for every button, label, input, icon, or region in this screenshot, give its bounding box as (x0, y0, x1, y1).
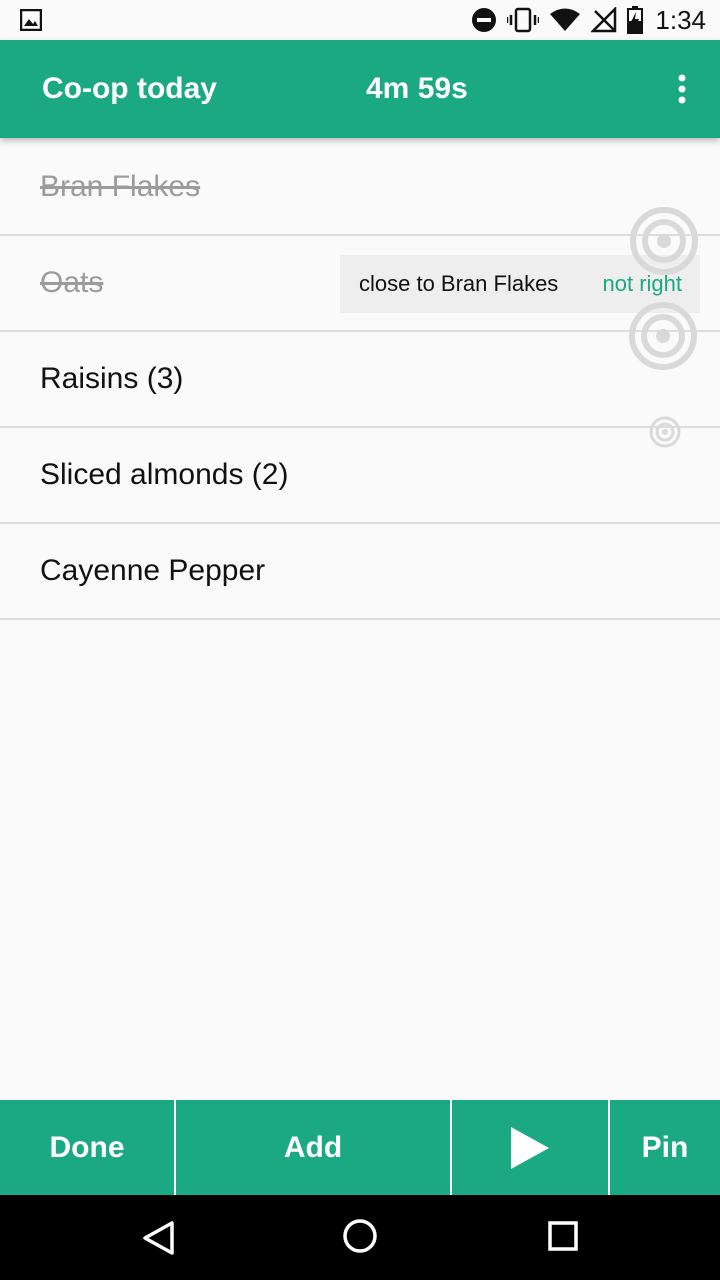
item-label: Cayenne Pepper (40, 554, 266, 587)
more-vert-icon[interactable] (672, 74, 692, 104)
bottom-action-bar: Done Add Pin (0, 1100, 720, 1195)
list-item[interactable]: Sliced almonds (2) (0, 302, 720, 524)
target-icon[interactable] (628, 301, 698, 371)
back-icon[interactable] (141, 1220, 175, 1256)
target-small-icon[interactable] (649, 416, 681, 448)
status-bar: 1:34 (0, 0, 720, 40)
play-icon (511, 1126, 549, 1169)
app-bar: Co-op today 4m 59s (0, 40, 720, 138)
item-label: Sliced almonds (2) (40, 458, 289, 491)
do-not-disturb-icon (472, 8, 497, 32)
system-nav-bar (0, 1195, 720, 1280)
play-button[interactable] (450, 1100, 608, 1195)
status-time: 1:34 (655, 4, 706, 35)
list-item[interactable]: Bran Flakes (0, 140, 720, 236)
item-label: Raisins (3) (40, 362, 184, 395)
shopping-list: Bran Flakes Oats close to Bran Flakes no… (0, 140, 720, 620)
suggestion-text: close to Bran Flakes (359, 271, 559, 296)
add-button[interactable]: Add (174, 1100, 450, 1195)
list-item[interactable]: Raisins (3) (0, 207, 720, 428)
no-signal-icon (591, 7, 617, 33)
home-icon[interactable] (342, 1218, 378, 1254)
item-label: Oats (40, 266, 104, 299)
list-item[interactable]: Cayenne Pepper (0, 416, 720, 620)
battery-charging-icon (627, 6, 644, 34)
gallery-icon (20, 9, 42, 31)
list-title: Co-op today (42, 72, 217, 105)
done-button[interactable]: Done (0, 1100, 174, 1195)
item-label: Bran Flakes (40, 170, 201, 203)
countdown-timer: 4m 59s (366, 72, 468, 105)
target-icon[interactable] (629, 206, 699, 276)
recents-icon[interactable] (547, 1220, 579, 1252)
wifi-icon (550, 8, 581, 31)
vibrate-icon (507, 7, 540, 33)
list-item[interactable]: Oats close to Bran Flakes not right (0, 236, 720, 332)
pin-button[interactable]: Pin (608, 1100, 720, 1195)
